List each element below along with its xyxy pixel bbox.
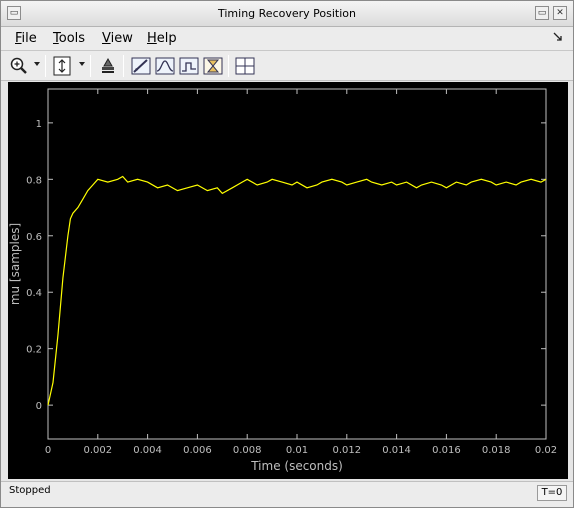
- plot-panel[interactable]: 0 0.002 0.004 0.006 0.008 0.01 0.012 0.014 0.016…: [8, 82, 568, 479]
- autoscale-dropdown-icon[interactable]: [78, 60, 86, 70]
- menu-view[interactable]: View: [102, 31, 133, 46]
- menu-view-mnemonic: V: [102, 31, 111, 46]
- bilevel-measurements-icon[interactable]: [154, 55, 176, 77]
- y-tick-label: 0.6: [26, 232, 42, 243]
- x-tick-label: 0: [45, 445, 51, 456]
- zoom-in-icon[interactable]: [8, 55, 30, 77]
- x-tick-label: 0.012: [332, 445, 361, 456]
- y-tick-label: 0.4: [26, 288, 42, 299]
- x-tick-label: 0.008: [233, 445, 262, 456]
- menu-tools[interactable]: Tools: [53, 31, 85, 46]
- x-tick-label: 0.004: [133, 445, 162, 456]
- menu-help[interactable]: Help: [147, 31, 177, 46]
- toolbar-separator: [228, 55, 229, 77]
- menu-tools-label: ools: [58, 31, 86, 46]
- y-tick-label: 0.2: [26, 345, 42, 356]
- autoscale-icon[interactable]: [51, 55, 73, 77]
- y-tick-label: 1: [36, 119, 42, 130]
- zoom-dropdown-icon[interactable]: [33, 60, 41, 70]
- y-tick-label: 0: [36, 401, 42, 412]
- window-title: Timing Recovery Position: [218, 7, 356, 20]
- menu-help-label: elp: [156, 31, 177, 46]
- toolbar-separator: [90, 55, 91, 77]
- x-tick-label: 0.018: [482, 445, 511, 456]
- simulation-time: T=0: [537, 485, 567, 501]
- x-tick-label: 0.02: [535, 445, 557, 456]
- menu-file-label: ile: [21, 31, 37, 46]
- data-cursor-icon[interactable]: [130, 55, 152, 77]
- title-bar[interactable]: ▭ Timing Recovery Position ▭ ✕: [1, 1, 573, 27]
- minimize-icon[interactable]: ▭: [535, 6, 549, 20]
- dock-arrow-icon[interactable]: [553, 32, 563, 45]
- menu-help-mnemonic: H: [147, 31, 157, 46]
- peak-finder-icon[interactable]: [202, 55, 224, 77]
- x-axis-label: Time (seconds): [250, 459, 343, 473]
- status-bar: Stopped T=0: [1, 481, 573, 507]
- x-tick-label: 0.014: [382, 445, 411, 456]
- signal-statistics-icon[interactable]: [178, 55, 200, 77]
- x-tick-label: 0.016: [432, 445, 461, 456]
- axes-box: [47, 88, 547, 440]
- x-tick-label: 0.002: [83, 445, 112, 456]
- menu-file[interactable]: File: [15, 31, 37, 46]
- toolbar-separator: [45, 55, 46, 77]
- timing-recovery-chart[interactable]: 0 0.002 0.004 0.006 0.008 0.01 0.012 0.014 0.016…: [8, 82, 568, 479]
- status-text: Stopped: [9, 485, 51, 496]
- scope-window: ▭ Timing Recovery Position ▭ ✕ File Tool…: [0, 0, 574, 508]
- x-tick-label: 0.01: [286, 445, 308, 456]
- legend-grid-icon[interactable]: [234, 55, 256, 77]
- x-tick-label: 0.006: [183, 445, 212, 456]
- menu-view-label: iew: [110, 31, 133, 46]
- series-line-0: [47, 175, 547, 406]
- toolbar-separator: [123, 55, 124, 77]
- toolbar: [1, 51, 573, 81]
- close-icon[interactable]: ✕: [553, 6, 567, 20]
- menu-bar: File Tools View Help: [1, 27, 573, 51]
- restore-view-icon[interactable]: [97, 55, 119, 77]
- y-tick-label: 0.8: [26, 175, 42, 186]
- y-axis-label: mu [samples]: [8, 223, 22, 305]
